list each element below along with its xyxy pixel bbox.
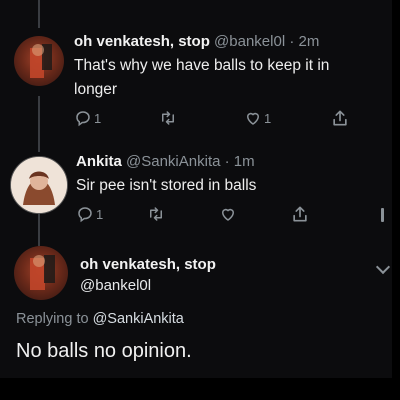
- share-button[interactable]: [330, 108, 350, 128]
- avatar[interactable]: [14, 246, 68, 300]
- reply-button[interactable]: 1: [74, 109, 101, 127]
- display-name[interactable]: oh venkatesh, stop: [80, 256, 216, 273]
- more-chevron-icon[interactable]: [375, 259, 391, 275]
- retweet-icon: [150, 207, 162, 221]
- tweet-text-line: That's why we have balls to keep it in: [74, 57, 330, 74]
- user-handle[interactable]: @bankel0l: [80, 277, 151, 294]
- like-count: 1: [264, 110, 272, 126]
- thread-line: [38, 0, 40, 28]
- reply-icon: [76, 111, 90, 127]
- user-handle[interactable]: @SankiAnkita: [126, 153, 220, 170]
- thread-line: [38, 210, 40, 246]
- retweet-icon: [162, 111, 174, 125]
- twitter-thread-screen: oh venkatesh, stop @bankel0l · 2m That's…: [0, 0, 392, 378]
- reply-button[interactable]: 1: [76, 205, 103, 223]
- like-button[interactable]: [219, 205, 237, 223]
- reply-count: 1: [96, 206, 104, 222]
- avatar-image: [30, 44, 52, 78]
- focused-handle: @bankel0l: [80, 277, 151, 294]
- reply-icon: [78, 207, 92, 223]
- avatar-image: [11, 157, 67, 213]
- user-handle[interactable]: @bankel0l: [214, 33, 285, 50]
- reply-count: 1: [94, 110, 102, 126]
- focused-tweet-text: No balls no opinion.: [16, 340, 192, 362]
- tweet-header: Ankita @SankiAnkita · 1m: [76, 153, 255, 170]
- replying-label: Replying to: [16, 311, 89, 327]
- share-button[interactable]: [290, 204, 310, 224]
- avatar[interactable]: [14, 36, 64, 86]
- focused-name: oh venkatesh, stop: [80, 256, 216, 273]
- thread-line: [38, 96, 40, 152]
- like-icon: [247, 112, 259, 125]
- display-name[interactable]: Ankita: [76, 153, 122, 170]
- tweet-text: That's why we have balls to keep it in l…: [74, 54, 329, 102]
- scroll-indicator: [381, 208, 384, 222]
- replying-to: Replying to @SankiAnkita: [16, 311, 184, 327]
- retweet-button[interactable]: [158, 109, 178, 127]
- avatar[interactable]: [10, 156, 68, 214]
- share-icon: [293, 206, 307, 222]
- tweet-text-line: longer: [74, 81, 118, 98]
- tweet-text: Sir pee isn't stored in balls: [76, 177, 257, 194]
- timestamp: · 1m: [224, 153, 255, 170]
- like-button[interactable]: 1: [244, 109, 271, 127]
- mention-link[interactable]: @SankiAnkita: [93, 311, 184, 327]
- avatar-image: [30, 255, 55, 290]
- tweet-header: oh venkatesh, stop @bankel0l · 2m: [74, 33, 319, 50]
- timestamp: · 2m: [289, 33, 320, 50]
- display-name[interactable]: oh venkatesh, stop: [74, 33, 210, 50]
- like-icon: [222, 208, 234, 221]
- share-icon: [333, 110, 347, 126]
- retweet-button[interactable]: [146, 205, 166, 223]
